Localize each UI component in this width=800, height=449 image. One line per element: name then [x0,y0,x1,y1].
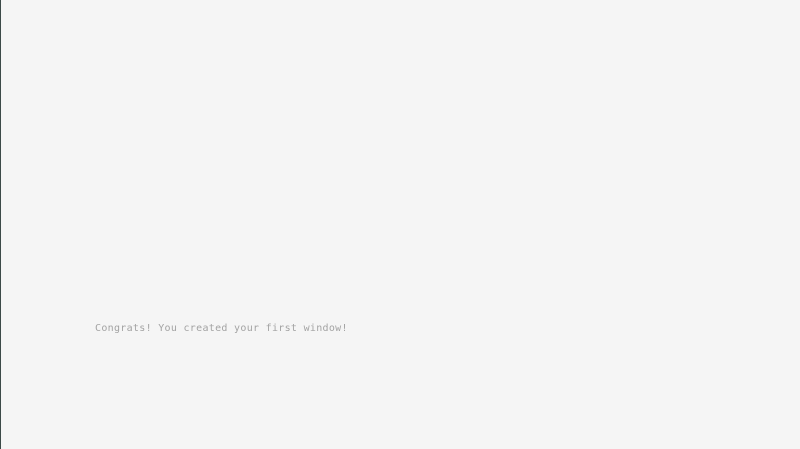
window-left-border [0,0,1,449]
congrats-message: Congrats! You created your first window! [95,323,348,334]
app-window: Congrats! You created your first window! [0,0,800,449]
